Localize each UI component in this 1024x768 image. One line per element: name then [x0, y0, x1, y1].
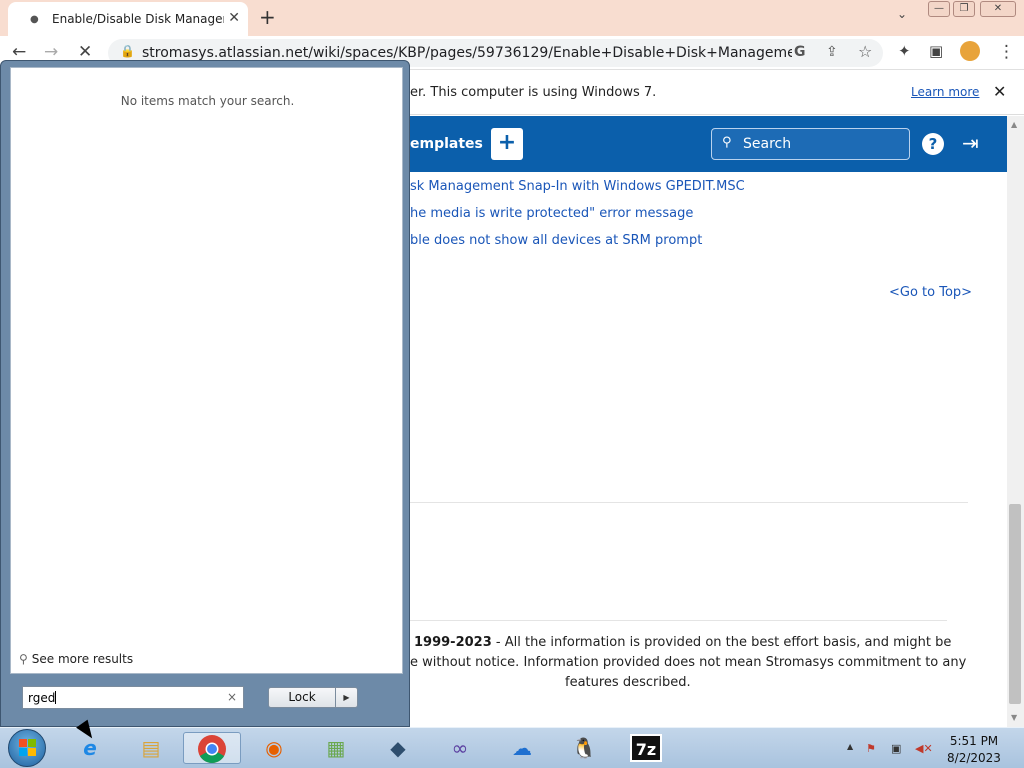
- onedrive-icon[interactable]: ☁: [504, 732, 540, 764]
- learn-more-link[interactable]: Learn more: [911, 85, 979, 99]
- related-link[interactable]: ble does not show all devices at SRM pro…: [410, 233, 702, 248]
- search-query[interactable]: rged: [28, 691, 55, 705]
- help-icon[interactable]: ?: [922, 133, 944, 155]
- browser-tab-bar: ● Enable/Disable Disk Managemen ✕ + ⌄ — …: [0, 0, 1024, 36]
- footer-line-2: e without notice. Information provided d…: [410, 655, 967, 670]
- url-text[interactable]: stromasys.atlassian.net/wiki/spaces/KBP/…: [142, 45, 792, 61]
- go-to-top-link[interactable]: <Go to Top>: [889, 285, 972, 300]
- start-menu: No items match your search. ⚲ See more re…: [0, 60, 410, 727]
- lock-button[interactable]: Lock: [268, 687, 336, 708]
- text-caret: [55, 691, 57, 704]
- show-hidden-icons-arrow[interactable]: ▲: [847, 742, 853, 751]
- search-icon: ⚲: [722, 135, 732, 150]
- bookmark-star-icon[interactable]: ☆: [858, 42, 872, 61]
- new-tab-button[interactable]: +: [259, 5, 276, 29]
- start-button[interactable]: [8, 729, 46, 767]
- related-link[interactable]: he media is write protected" error messa…: [410, 206, 693, 221]
- share-icon[interactable]: ⇪: [826, 44, 838, 60]
- no-results-message: No items match your search.: [120, 94, 295, 108]
- search-placeholder: Search: [743, 136, 792, 152]
- lock-icon[interactable]: 🔒: [120, 44, 135, 58]
- linux-penguin-icon[interactable]: 🐧: [566, 732, 602, 764]
- volume-muted-icon[interactable]: ◀✕: [915, 742, 933, 755]
- footer-line-1: 1999-2023 - All the information is provi…: [414, 635, 951, 650]
- forward-arrow-icon[interactable]: →: [44, 42, 58, 62]
- extensions-icon[interactable]: ✦: [898, 42, 911, 60]
- google-translate-icon[interactable]: G: [794, 44, 806, 60]
- magnifier-icon: ⚲: [19, 652, 28, 666]
- infobar-message: er. This computer is using Windows 7.: [410, 85, 657, 100]
- copyright-years: 1999-2023: [414, 635, 492, 650]
- login-icon[interactable]: ⇥: [962, 131, 979, 155]
- infobar-close-icon[interactable]: ✕: [993, 82, 1006, 101]
- power-options-arrow-icon[interactable]: ▶: [336, 687, 358, 708]
- create-button[interactable]: +: [491, 128, 523, 160]
- firefox-icon[interactable]: ◉: [256, 732, 292, 764]
- scroll-thumb[interactable]: [1009, 504, 1021, 704]
- search-results-panel: No items match your search. ⚲ See more re…: [10, 67, 403, 674]
- network-icon[interactable]: ▣: [891, 742, 901, 755]
- profile-avatar[interactable]: [960, 41, 980, 61]
- browser-tab[interactable]: ● Enable/Disable Disk Managemen ✕: [8, 2, 248, 36]
- 7zip-icon[interactable]: 7z: [630, 734, 662, 762]
- side-panel-icon[interactable]: ▣: [929, 42, 943, 60]
- footer-line-3: features described.: [565, 675, 691, 690]
- templates-nav[interactable]: emplates: [410, 136, 483, 152]
- clear-search-icon[interactable]: ×: [227, 690, 237, 704]
- visual-studio-icon[interactable]: ∞: [442, 732, 478, 764]
- action-center-icon[interactable]: ⚑: [866, 742, 876, 755]
- page-scrollbar[interactable]: ▲ ▼: [1007, 116, 1024, 727]
- chrome-icon[interactable]: [183, 732, 241, 764]
- clock-time[interactable]: 5:51 PM: [944, 734, 1004, 748]
- tab-title: Enable/Disable Disk Managemen: [52, 12, 224, 26]
- scroll-up-icon[interactable]: ▲: [1011, 120, 1017, 129]
- see-more-label: See more results: [31, 652, 134, 666]
- minimize-button[interactable]: —: [928, 1, 950, 17]
- stop-loading-icon[interactable]: ✕: [78, 42, 92, 62]
- close-window-button[interactable]: ✕: [980, 1, 1016, 17]
- windows-logo-icon: [19, 739, 37, 757]
- loading-dot-icon: ●: [30, 13, 39, 25]
- restore-button[interactable]: ❐: [953, 1, 975, 17]
- taskbar: e ▤ ◉ ▦ ◆ ∞ ☁ 🐧 7z ▲ ⚑ ▣ ◀✕ 5:51 PM 8/2/…: [0, 727, 1024, 768]
- divider: [410, 620, 947, 621]
- tab-search-chevron-icon[interactable]: ⌄: [897, 7, 907, 21]
- charon-vm-icon[interactable]: ◆: [380, 732, 416, 764]
- tab-close-icon[interactable]: ✕: [228, 10, 240, 26]
- start-search-input[interactable]: rged ×: [22, 686, 244, 709]
- back-arrow-icon[interactable]: ←: [12, 42, 26, 62]
- clock-date[interactable]: 8/2/2023: [944, 751, 1004, 765]
- search-input[interactable]: ⚲ Search: [711, 128, 910, 160]
- footer-text: - All the information is provided on the…: [491, 635, 952, 650]
- scroll-down-icon[interactable]: ▼: [1011, 713, 1017, 722]
- divider: [410, 502, 968, 503]
- notepad-plus-plus-icon[interactable]: ▦: [318, 732, 354, 764]
- related-link[interactable]: sk Management Snap-In with Windows GPEDI…: [410, 179, 745, 194]
- chrome-menu-icon[interactable]: ⋮: [998, 42, 1015, 62]
- file-explorer-icon[interactable]: ▤: [133, 732, 169, 764]
- see-more-results-link[interactable]: ⚲ See more results: [19, 652, 133, 666]
